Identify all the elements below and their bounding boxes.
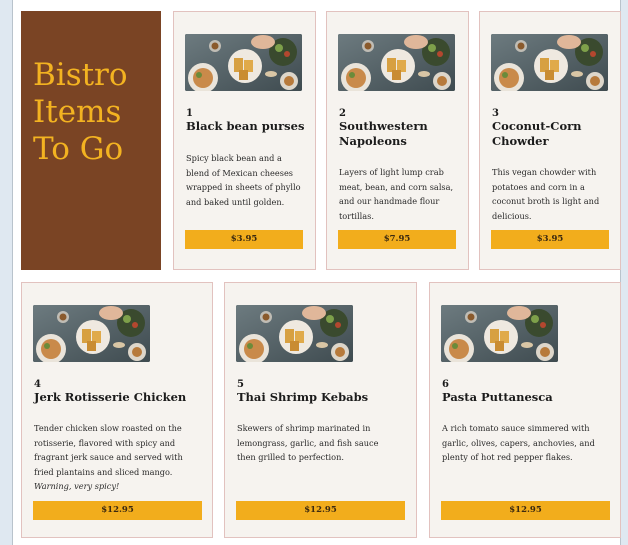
item-description: Spicy black bean and a blend of Mexican … bbox=[186, 153, 301, 207]
item-description: This vegan chowder with potatoes and cor… bbox=[492, 167, 600, 221]
plate-food-photo-icon bbox=[441, 305, 558, 362]
plate-food-photo-icon bbox=[185, 34, 302, 91]
item-description: Layers of light lump crab meat, bean, an… bbox=[339, 167, 454, 221]
item-description: A rich tomato sauce simmered with garlic… bbox=[442, 423, 595, 462]
brand-title: Bistro Items To Go bbox=[33, 57, 128, 167]
menu-card: 3 Coconut-Corn Chowder This vegan chowde… bbox=[479, 11, 621, 270]
spicy-warning: Warning, very spicy! bbox=[34, 481, 120, 491]
plate-food-photo-icon bbox=[338, 34, 455, 91]
plate-food-photo-icon bbox=[491, 34, 608, 91]
item-number: 6 bbox=[442, 379, 449, 390]
menu-card: 2 Southwestern Napoleons Layers of light… bbox=[326, 11, 469, 270]
item-description-text: Tender chicken slow roasted on the rotis… bbox=[34, 423, 183, 477]
item-title: Southwestern Napoleons bbox=[339, 119, 428, 148]
price-button[interactable]: $3.95 bbox=[491, 230, 609, 249]
item-number: 4 bbox=[34, 379, 41, 390]
item-number: 2 bbox=[339, 108, 346, 119]
item-title: Jerk Rotisserie Chicken bbox=[34, 390, 187, 404]
menu-card: 1 Black bean purses Spicy black bean and… bbox=[173, 11, 316, 270]
item-number: 1 bbox=[186, 108, 193, 119]
price-button[interactable]: $12.95 bbox=[441, 501, 610, 520]
menu-card: 5 Thai Shrimp Kebabs Skewers of shrimp m… bbox=[224, 282, 417, 538]
item-number: 3 bbox=[492, 108, 499, 119]
menu-card: 6 Pasta Puttanesca A rich tomato sauce s… bbox=[429, 282, 621, 538]
price-button[interactable]: $12.95 bbox=[33, 501, 202, 520]
item-title: Coconut-Corn Chowder bbox=[492, 119, 582, 148]
plate-food-photo-icon bbox=[236, 305, 353, 362]
price-button[interactable]: $3.95 bbox=[185, 230, 303, 249]
item-description: Skewers of shrimp marinated in lemongras… bbox=[237, 423, 379, 462]
item-title: Pasta Puttanesca bbox=[442, 390, 553, 404]
item-title: Black bean purses bbox=[186, 119, 305, 133]
item-description: Tender chicken slow roasted on the rotis… bbox=[34, 421, 200, 494]
price-button[interactable]: $12.95 bbox=[236, 501, 405, 520]
item-title: Thai Shrimp Kebabs bbox=[237, 390, 369, 404]
menu-card: 4 Jerk Rotisserie Chicken Tender chicken… bbox=[21, 282, 213, 538]
item-number: 5 bbox=[237, 379, 244, 390]
price-button[interactable]: $7.95 bbox=[338, 230, 456, 249]
brand-panel: Bistro Items To Go bbox=[21, 11, 161, 270]
plate-food-photo-icon bbox=[33, 305, 150, 362]
